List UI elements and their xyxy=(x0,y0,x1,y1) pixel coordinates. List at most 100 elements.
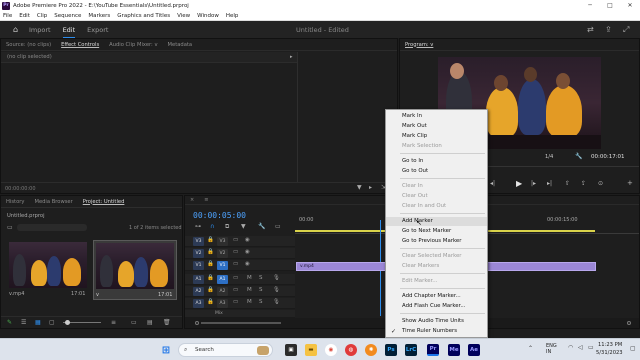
menu-item-add-flash-cue-marker[interactable]: Add Flash Cue Marker... xyxy=(386,302,487,311)
menu-edit[interactable]: Edit xyxy=(19,13,30,19)
track-target[interactable]: V2 xyxy=(193,249,204,258)
go-to-out-icon[interactable]: ▸| xyxy=(547,180,552,187)
pencil-icon[interactable]: ✎ xyxy=(7,319,12,326)
track-target[interactable]: V3 xyxy=(193,237,204,246)
track-label[interactable]: A3 xyxy=(217,299,228,308)
button-editor-icon[interactable]: + xyxy=(627,179,633,187)
lift-icon[interactable]: ⇧ xyxy=(565,180,570,187)
scroll-left-handle[interactable] xyxy=(195,321,199,325)
folder-icon[interactable]: ▭ xyxy=(7,224,13,231)
menu-item-mark-out[interactable]: Mark Out xyxy=(386,122,487,131)
mic-icon[interactable]: 🎙 xyxy=(273,275,280,281)
clock-time[interactable]: 11:23 PM xyxy=(598,342,622,348)
premiere-taskbar-icon[interactable]: Pr xyxy=(427,344,439,356)
snap-icon[interactable]: ∩ xyxy=(210,223,214,230)
quick-export-icon[interactable]: ⇪ xyxy=(605,25,614,34)
workspaces-icon[interactable]: ⇄ xyxy=(587,25,596,34)
tab-source[interactable]: Source: (no clips) xyxy=(6,42,51,48)
new-bin-icon[interactable]: ▭ xyxy=(131,319,137,326)
eye-icon[interactable]: ◉ xyxy=(245,249,250,255)
mute-button[interactable]: M xyxy=(247,287,252,293)
extract-icon[interactable]: ⇪ xyxy=(581,180,586,187)
wifi-icon[interactable]: ◠ xyxy=(568,344,573,351)
volume-icon[interactable]: ◁ xyxy=(578,344,583,351)
minimize-button[interactable]: ─ xyxy=(580,0,600,11)
file-explorer-icon[interactable]: ▬ xyxy=(305,344,317,356)
tab-effect-controls[interactable]: Effect Controls xyxy=(61,42,99,48)
step-forward-icon[interactable]: |▸ xyxy=(531,180,536,187)
sync-lock-icon[interactable]: ▭ xyxy=(233,275,238,281)
export-frame-icon-program[interactable]: ⊙ xyxy=(598,180,603,187)
photoshop-icon[interactable]: Ps xyxy=(385,344,397,356)
solo-button[interactable]: S xyxy=(259,275,263,281)
tab-audio-clip-mixer[interactable]: Audio Clip Mixer: v xyxy=(109,42,157,48)
timeline-zoom-scrollbar[interactable] xyxy=(201,322,281,324)
timeline-settings-icon[interactable]: 🔧 xyxy=(258,223,265,230)
after-effects-icon[interactable]: Ae xyxy=(468,344,480,356)
menu-item-go-to-in[interactable]: Go to In xyxy=(386,157,487,166)
tab-metadata[interactable]: Metadata xyxy=(168,42,193,48)
sync-lock-icon[interactable]: ▭ xyxy=(233,299,238,305)
lock-icon[interactable]: 🔒 xyxy=(207,237,214,243)
linked-selection-icon[interactable]: ⧉ xyxy=(225,223,229,231)
tab-export[interactable]: Export xyxy=(87,26,108,34)
menu-markers[interactable]: Markers xyxy=(88,13,110,19)
eye-icon[interactable]: ◉ xyxy=(245,261,250,267)
captions-icon[interactable]: ▭ xyxy=(275,223,281,230)
step-back-icon[interactable]: ◂| xyxy=(490,180,495,187)
mic-icon[interactable]: 🎙 xyxy=(273,287,280,293)
lock-icon[interactable]: 🔒 xyxy=(207,299,214,305)
menu-view[interactable]: View xyxy=(177,13,190,19)
timeline-close-icon[interactable]: × xyxy=(190,197,194,203)
timeline-menu-icon[interactable]: ≡ xyxy=(204,197,208,203)
windows-start-icon[interactable]: ⊞ xyxy=(160,344,172,356)
panel-arrow-icon[interactable]: ▸ xyxy=(290,54,293,60)
track-label[interactable]: A1 xyxy=(217,275,228,284)
track-target[interactable]: A1 xyxy=(193,275,204,284)
track-target[interactable]: V1 xyxy=(193,261,204,270)
tab-edit[interactable]: Edit xyxy=(62,26,75,38)
lock-icon[interactable]: 🔒 xyxy=(207,275,214,281)
program-monitor-title[interactable]: Program: v xyxy=(405,42,433,48)
mute-button[interactable]: M xyxy=(247,299,252,305)
maximize-button[interactable]: □ xyxy=(600,0,620,11)
tab-project[interactable]: Project: Untitled xyxy=(83,199,125,205)
wrench-icon[interactable]: 🔧 xyxy=(575,153,582,160)
media-encoder-icon[interactable]: Me xyxy=(448,344,460,356)
project-item[interactable]: v.mp4 17:01 xyxy=(7,240,91,300)
close-button[interactable]: ✕ xyxy=(620,0,640,11)
lock-icon[interactable]: 🔒 xyxy=(207,249,214,255)
eye-icon[interactable]: ◉ xyxy=(245,237,250,243)
menu-item-add-chapter-marker[interactable]: Add Chapter Marker... xyxy=(386,292,487,301)
add-marker-icon[interactable]: ▼ xyxy=(241,223,246,230)
sync-lock-icon[interactable]: ▭ xyxy=(233,261,238,267)
tab-media-browser[interactable]: Media Browser xyxy=(34,199,72,205)
mute-button[interactable]: M xyxy=(247,275,252,281)
filter-icon[interactable]: ▼ xyxy=(357,184,362,191)
menu-item-time-ruler-numbers[interactable]: Time Ruler Numbers xyxy=(386,327,487,336)
solo-button[interactable]: S xyxy=(259,287,263,293)
trash-icon[interactable]: 🗑 xyxy=(163,319,171,326)
lock-icon[interactable]: 🔒 xyxy=(207,287,214,293)
track-target[interactable]: A3 xyxy=(193,299,204,308)
battery-icon[interactable]: ▭ xyxy=(588,344,594,351)
track-label[interactable]: V1 xyxy=(217,261,228,270)
menu-window[interactable]: Window xyxy=(197,13,219,19)
menu-item-go-to-previous-marker[interactable]: Go to Previous Marker xyxy=(386,237,487,246)
lock-icon[interactable]: 🔒 xyxy=(207,261,214,267)
lightroom-classic-icon[interactable]: LrC xyxy=(405,344,417,356)
tray-chevron-icon[interactable]: ⌃ xyxy=(528,345,533,352)
notification-icon[interactable]: ▢ xyxy=(630,345,636,352)
insert-overwrite-icon[interactable]: ⊶ xyxy=(195,223,201,230)
menu-file[interactable]: File xyxy=(3,13,12,19)
track-target[interactable]: A2 xyxy=(193,287,204,296)
menu-item-mark-in[interactable]: Mark In xyxy=(386,112,487,121)
solo-button[interactable]: S xyxy=(259,299,263,305)
menu-item-go-to-next-marker[interactable]: Go to Next Marker xyxy=(386,227,487,236)
mic-icon[interactable]: 🎙 xyxy=(273,299,280,305)
home-icon[interactable]: ⌂ xyxy=(13,25,21,34)
zoom-slider-handle[interactable] xyxy=(65,320,70,325)
track-label[interactable]: V2 xyxy=(217,249,228,258)
fullscreen-icon[interactable]: ⤢ xyxy=(623,25,632,34)
tab-import[interactable]: Import xyxy=(29,26,51,34)
